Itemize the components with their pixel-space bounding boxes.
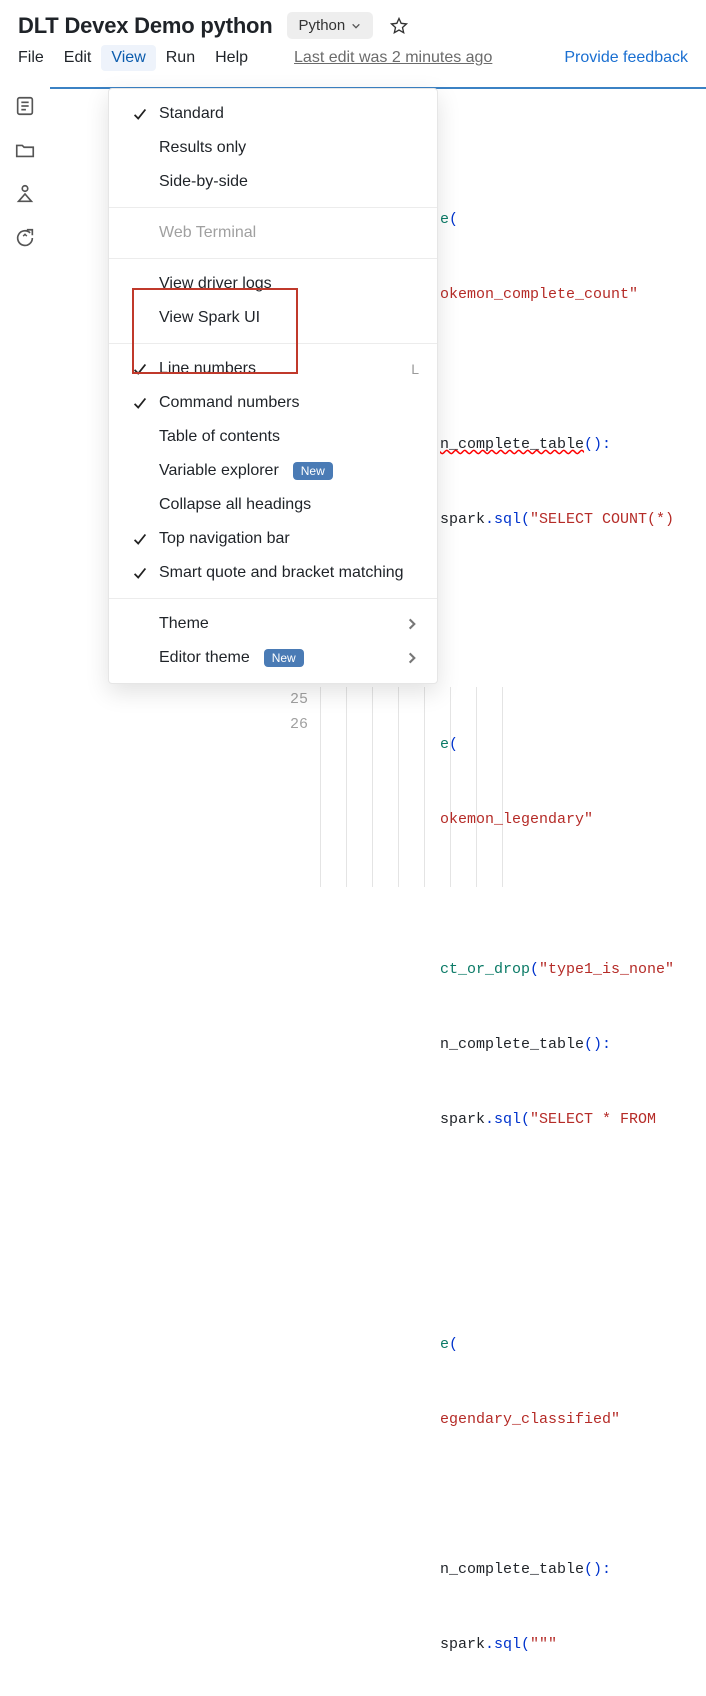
shapes-icon[interactable] xyxy=(14,183,36,205)
menu-run[interactable]: Run xyxy=(166,49,195,67)
view-line-numbers[interactable]: Line numbers L xyxy=(109,352,437,386)
chevron-right-icon xyxy=(405,651,419,665)
favorite-button[interactable] xyxy=(389,16,409,36)
view-spark-ui[interactable]: View Spark UI xyxy=(109,301,437,335)
line-gutter: 25 26 xyxy=(282,687,308,737)
view-variable-explorer[interactable]: Variable explorer New xyxy=(109,454,437,488)
view-toc[interactable]: Table of contents xyxy=(109,420,437,454)
notebook-icon[interactable] xyxy=(14,95,36,117)
menu-edit[interactable]: Edit xyxy=(64,49,92,67)
chevron-right-icon xyxy=(405,617,419,631)
view-top-nav[interactable]: Top navigation bar xyxy=(109,522,437,556)
refresh-icon[interactable] xyxy=(14,227,36,249)
menu-file[interactable]: File xyxy=(18,49,44,67)
view-option-standard[interactable]: Standard xyxy=(109,97,437,131)
view-option-results-only[interactable]: Results only xyxy=(109,131,437,165)
check-icon xyxy=(131,530,149,548)
view-web-terminal: Web Terminal xyxy=(109,216,437,250)
folder-icon[interactable] xyxy=(14,139,36,161)
view-dropdown: Standard Results only Side-by-side Web T… xyxy=(108,88,438,684)
view-collapse-headings[interactable]: Collapse all headings xyxy=(109,488,437,522)
check-icon xyxy=(131,105,149,123)
check-icon xyxy=(131,360,149,378)
view-editor-theme[interactable]: Editor theme New xyxy=(109,641,437,675)
new-badge: New xyxy=(264,649,304,667)
language-label: Python xyxy=(299,17,346,34)
chevron-down-icon xyxy=(351,21,361,31)
view-smart-quote[interactable]: Smart quote and bracket matching xyxy=(109,556,437,590)
last-edit-link[interactable]: Last edit was 2 minutes ago xyxy=(294,49,492,67)
view-command-numbers[interactable]: Command numbers xyxy=(109,386,437,420)
menu-help[interactable]: Help xyxy=(215,49,248,67)
view-theme[interactable]: Theme xyxy=(109,607,437,641)
new-badge: New xyxy=(293,462,333,480)
view-option-side-by-side[interactable]: Side-by-side xyxy=(109,165,437,199)
notebook-title[interactable]: DLT Devex Demo python xyxy=(18,13,273,39)
menu-view[interactable]: View xyxy=(101,45,155,71)
shortcut-label: L xyxy=(411,361,419,377)
language-selector[interactable]: Python xyxy=(287,12,374,39)
feedback-link[interactable]: Provide feedback xyxy=(564,49,688,67)
view-driver-logs[interactable]: View driver logs xyxy=(109,267,437,301)
header: DLT Devex Demo python Python xyxy=(0,0,706,39)
star-icon xyxy=(389,16,409,36)
check-icon xyxy=(131,564,149,582)
menubar: File Edit View Run Help Last edit was 2 … xyxy=(0,39,706,77)
code-lines: e( okemon_complete_count" n_complete_tab… xyxy=(440,157,674,1696)
check-icon xyxy=(131,394,149,412)
left-rail xyxy=(0,77,50,833)
